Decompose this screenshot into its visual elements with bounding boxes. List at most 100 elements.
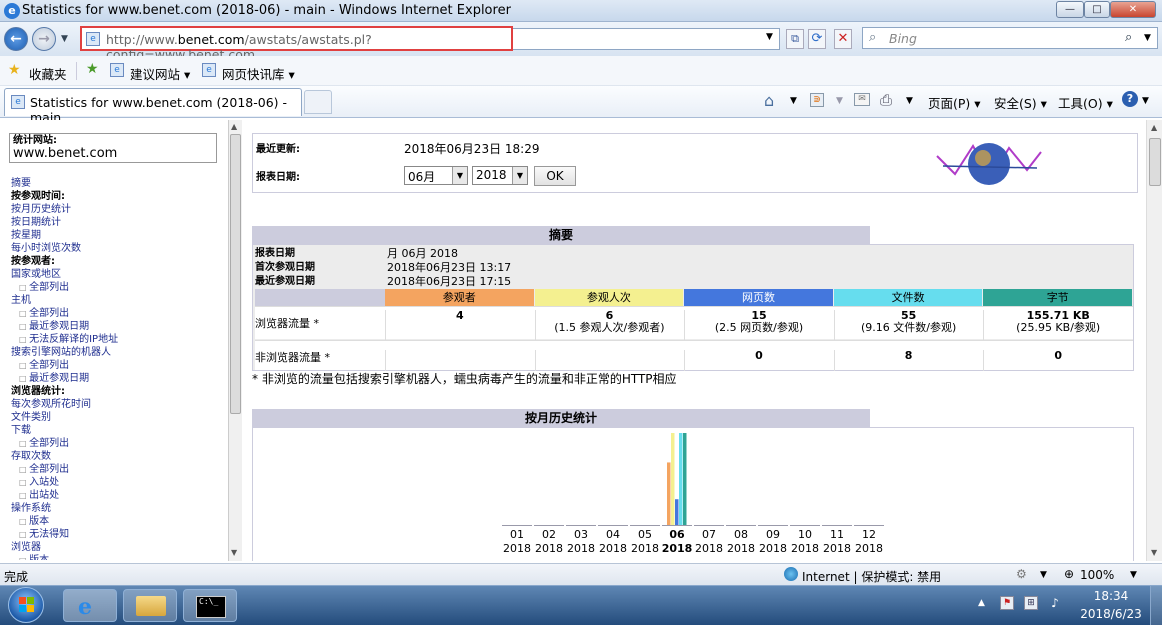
menu-item[interactable]: 每次参观所花时间 xyxy=(11,398,118,411)
scroll-up-icon[interactable]: ▲ xyxy=(231,122,237,131)
zoom-dropdown-icon[interactable]: ▼ xyxy=(1130,570,1137,580)
history-dropdown-icon[interactable]: ▼ xyxy=(61,34,68,44)
mail-icon[interactable]: ✉ xyxy=(854,93,870,106)
forward-button[interactable]: → xyxy=(32,27,56,51)
help-icon[interactable]: ? xyxy=(1122,91,1138,107)
chart-month-label[interactable]: 05 xyxy=(638,528,652,541)
home-dropdown-icon[interactable]: ▼ xyxy=(790,96,797,106)
chart-month-label[interactable]: 03 xyxy=(574,528,588,541)
clock-time[interactable]: 18:34 xyxy=(1086,589,1136,603)
address-highlight[interactable]: e http://www.benet.com/awstats/awstats.p… xyxy=(80,26,513,62)
menu-item[interactable]: 搜索引擎网站的机器人 xyxy=(11,346,118,359)
menu-subitem[interactable]: 全部列出 xyxy=(11,437,118,450)
zoom-level[interactable]: 100% xyxy=(1080,568,1114,582)
page-menu[interactable]: 页面(P) ▾ xyxy=(928,93,981,112)
minimize-button[interactable]: — xyxy=(1056,1,1084,18)
stop-icon[interactable]: ✕ xyxy=(834,29,852,49)
suggested-sites-link[interactable]: 建议网站 ▾ xyxy=(130,64,190,83)
privacy-icon[interactable]: ⚙ xyxy=(1016,567,1027,581)
left-scroll-thumb[interactable] xyxy=(230,134,241,414)
close-window-button[interactable]: ✕ xyxy=(1110,1,1156,18)
menu-subitem[interactable]: 入站处 xyxy=(11,476,118,489)
menu-subitem[interactable]: 版本 xyxy=(11,554,118,560)
search-go-icon[interactable]: ⌕ xyxy=(1125,30,1132,45)
safety-menu[interactable]: 安全(S) ▾ xyxy=(994,93,1047,112)
print-icon[interactable]: ⎙ xyxy=(880,91,892,109)
menu-item[interactable]: 文件类别 xyxy=(11,411,118,424)
chart-month-label[interactable]: 08 xyxy=(734,528,748,541)
menu-item[interactable]: 国家或地区 xyxy=(11,268,118,281)
menu-subitem[interactable]: 出站处 xyxy=(11,489,118,502)
network-icon[interactable]: ⊞ xyxy=(1024,596,1038,610)
action-center-icon[interactable]: ⚑ xyxy=(1000,596,1014,610)
security-zone-text[interactable]: Internet | 保护模式: 禁用 xyxy=(802,568,941,585)
back-button[interactable]: ← xyxy=(4,27,28,51)
feeds-dropdown-icon[interactable]: ▼ xyxy=(836,96,843,106)
menu-subitem[interactable]: 全部列出 xyxy=(11,307,118,320)
favorites-star-icon[interactable]: ★ xyxy=(8,62,21,78)
menu-subitem[interactable]: 全部列出 xyxy=(11,359,118,372)
menu-item[interactable]: 每小时浏览次数 xyxy=(11,242,118,255)
zoom-icon[interactable]: ⊕ xyxy=(1064,567,1074,581)
menu-item[interactable]: 按星期 xyxy=(11,229,118,242)
home-icon[interactable]: ⌂ xyxy=(764,91,774,110)
tools-menu[interactable]: 工具(O) ▾ xyxy=(1058,93,1113,112)
chart-month-label[interactable]: 09 xyxy=(766,528,780,541)
search-dropdown-icon[interactable]: ▼ xyxy=(1144,33,1151,43)
menu-item[interactable]: 摘要 xyxy=(11,177,118,190)
menu-subitem[interactable]: 无法得知 xyxy=(11,528,118,541)
menu-item[interactable]: 按月历史统计 xyxy=(11,203,118,216)
chart-month-label[interactable]: 04 xyxy=(606,528,620,541)
menu-subitem[interactable]: 最近参观日期 xyxy=(11,372,118,385)
menu-subitem[interactable]: 全部列出 xyxy=(11,463,118,476)
chart-month-label[interactable]: 12 xyxy=(862,528,876,541)
show-desktop-button[interactable] xyxy=(1150,586,1162,625)
menu-item[interactable]: 浏览器 xyxy=(11,541,118,554)
web-slice-gallery-link[interactable]: 网页快讯库 ▾ xyxy=(222,64,295,83)
compat-view-icon[interactable]: ⧉ xyxy=(786,29,804,49)
main-scroll-thumb[interactable] xyxy=(1149,138,1161,186)
main-scroll-down-icon[interactable]: ▼ xyxy=(1151,548,1157,557)
privacy-dropdown-icon[interactable]: ▼ xyxy=(1040,570,1047,580)
clock-date[interactable]: 2018/6/23 xyxy=(1076,607,1146,621)
menu-subitem[interactable]: 无法反解译的IP地址 xyxy=(11,333,118,346)
menu-item[interactable]: 按日期统计 xyxy=(11,216,118,229)
main-scroll-up-icon[interactable]: ▲ xyxy=(1151,123,1157,132)
start-button[interactable] xyxy=(8,587,44,623)
chart-month-label[interactable]: 01 xyxy=(510,528,524,541)
menu-subitem[interactable]: 最近参观日期 xyxy=(11,320,118,333)
address-dropdown-icon[interactable]: ▼ xyxy=(766,32,773,42)
chart-month-label[interactable]: 06 xyxy=(669,528,685,541)
taskbar-ie-button[interactable]: e xyxy=(63,589,117,622)
menu-item[interactable]: 主机 xyxy=(11,294,118,307)
chart-month-label[interactable]: 02 xyxy=(542,528,556,541)
new-tab-button[interactable] xyxy=(304,90,332,114)
favorites-button[interactable]: 收藏夹 xyxy=(29,64,67,83)
taskbar-explorer-button[interactable] xyxy=(123,589,177,622)
add-favorite-icon[interactable]: ★ xyxy=(86,61,99,77)
print-dropdown-icon[interactable]: ▼ xyxy=(906,96,913,106)
ok-button[interactable]: OK xyxy=(534,166,576,186)
left-frame-scrollbar[interactable]: ▲ ▼ xyxy=(228,120,242,561)
volume-icon[interactable]: ♪ xyxy=(1048,596,1062,610)
tray-show-hidden-icon[interactable]: ▲ xyxy=(978,598,985,608)
menu-item[interactable]: 下载 xyxy=(11,424,118,437)
help-dropdown-icon[interactable]: ▼ xyxy=(1142,96,1149,106)
chart-month-label[interactable]: 11 xyxy=(830,528,844,541)
tab-statistics[interactable]: e Statistics for www.benet.com (2018-06)… xyxy=(4,88,302,125)
menu-subitem[interactable]: 版本 xyxy=(11,515,118,528)
month-select[interactable]: 06月 ▼ xyxy=(404,166,468,185)
year-select[interactable]: 2018 ▼ xyxy=(472,166,528,185)
chart-month-label[interactable]: 07 xyxy=(702,528,716,541)
chart-month-label[interactable]: 10 xyxy=(798,528,812,541)
menu-item[interactable]: 存取次数 xyxy=(11,450,118,463)
search-box[interactable]: ⌕ Bing ⌕ ▼ xyxy=(862,27,1158,49)
menu-item[interactable]: 操作系统 xyxy=(11,502,118,515)
maximize-button[interactable]: □ xyxy=(1084,1,1110,18)
scroll-down-icon[interactable]: ▼ xyxy=(231,548,237,557)
taskbar-cmd-button[interactable]: C:\_ xyxy=(183,589,237,622)
main-frame-scrollbar[interactable]: ▲ ▼ xyxy=(1146,120,1162,561)
feeds-icon[interactable]: ⋑ xyxy=(810,93,824,107)
refresh-icon[interactable]: ⟳ xyxy=(808,29,826,49)
menu-subitem[interactable]: 全部列出 xyxy=(11,281,118,294)
